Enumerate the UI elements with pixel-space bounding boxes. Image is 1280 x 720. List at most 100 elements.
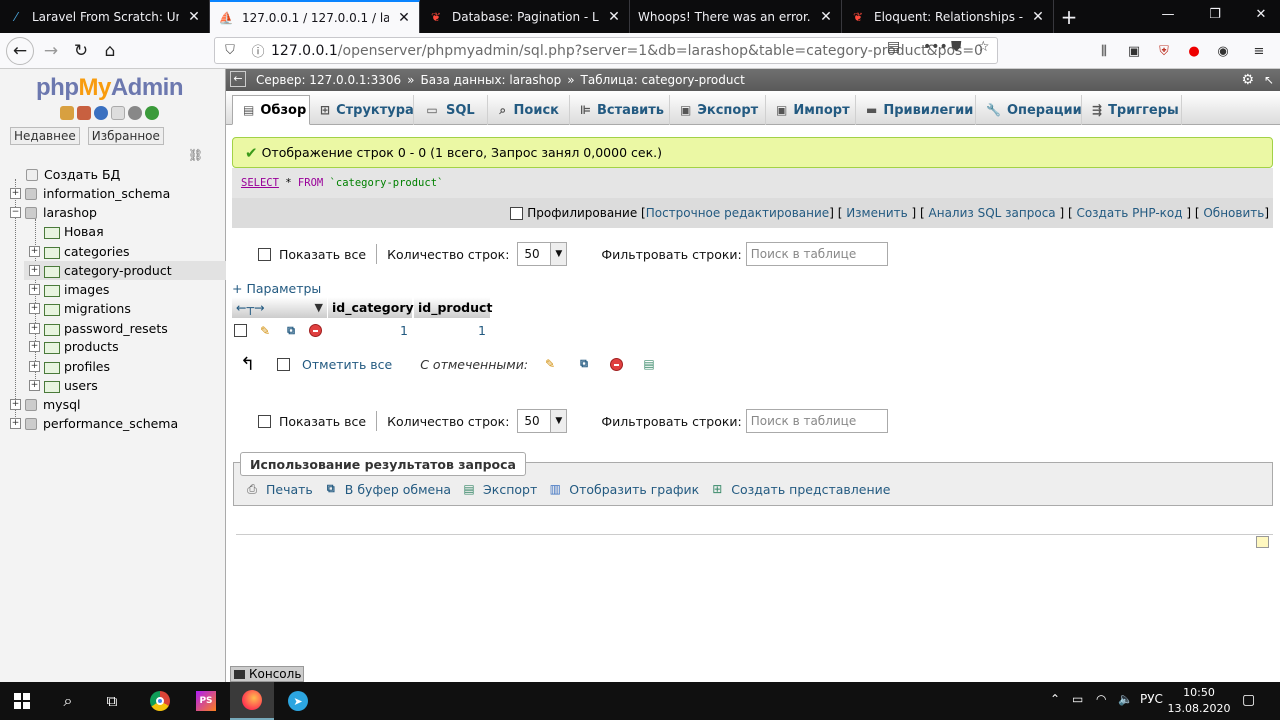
- reload-icon[interactable]: ↻: [68, 39, 94, 63]
- tree-create-db[interactable]: Создать БД: [26, 165, 120, 184]
- tree-db-mysql[interactable]: + mysql: [10, 395, 81, 414]
- close-tab-icon[interactable]: ✕: [397, 10, 411, 26]
- edit-pencil-icon[interactable]: ✎: [257, 323, 273, 339]
- close-tab-icon[interactable]: ✕: [819, 9, 833, 25]
- library-icon[interactable]: ⫼: [1095, 42, 1113, 60]
- expand-icon[interactable]: +: [10, 188, 21, 199]
- tab-structure[interactable]: ⊞ Структура: [310, 95, 414, 125]
- column-header-id-product[interactable]: id_product: [414, 297, 492, 318]
- row-checkbox[interactable]: [234, 324, 247, 337]
- tree-table-users[interactable]: + users: [29, 376, 98, 395]
- filter-rows-input[interactable]: Поиск в таблице: [745, 242, 888, 266]
- link-icon[interactable]: ⛓: [188, 148, 203, 162]
- expand-icon[interactable]: +: [10, 399, 21, 410]
- pocket-icon[interactable]: ⛊: [951, 39, 962, 55]
- inline-edit-link[interactable]: Построчное редактирование: [646, 206, 830, 220]
- show-hidden-icons[interactable]: ⌃: [1050, 692, 1060, 706]
- expand-icon[interactable]: +: [29, 323, 40, 334]
- console-toggle[interactable]: Консоль: [230, 666, 304, 682]
- browser-tab-pagination[interactable]: ❦ Database: Pagination - Laravel ✕: [420, 0, 630, 33]
- expand-icon[interactable]: +: [29, 284, 40, 295]
- collapse-nav-icon[interactable]: ←: [230, 71, 246, 87]
- column-header-id-category[interactable]: id_category: [328, 297, 414, 318]
- table-cell[interactable]: 1: [414, 320, 486, 341]
- check-all-link[interactable]: Отметить все: [302, 357, 392, 372]
- sidebar-icon[interactable]: ▣: [1125, 42, 1143, 60]
- refresh-icon[interactable]: [145, 106, 159, 120]
- home-icon[interactable]: [60, 106, 74, 120]
- opera-icon[interactable]: ●: [1185, 42, 1203, 60]
- minimize-icon[interactable]: —: [1158, 7, 1178, 22]
- notifications-icon[interactable]: ▢: [1242, 692, 1255, 708]
- page-actions-icon[interactable]: •••: [923, 39, 948, 55]
- edit-selected-icon[interactable]: ✎: [542, 356, 558, 372]
- tab-browse[interactable]: ▤ Обзор: [232, 95, 310, 125]
- help-icon[interactable]: [94, 106, 108, 120]
- check-all-checkbox[interactable]: [277, 357, 291, 371]
- expand-icon[interactable]: +: [29, 246, 40, 257]
- expand-icon[interactable]: +: [29, 265, 40, 276]
- telegram-icon[interactable]: ➤: [276, 682, 320, 720]
- maximize-icon[interactable]: ❐: [1205, 7, 1225, 22]
- create-php-link[interactable]: Создать PHP-код: [1076, 206, 1182, 220]
- search-icon[interactable]: ⌕: [46, 682, 90, 720]
- back-icon[interactable]: ←: [6, 37, 34, 65]
- parameters-link[interactable]: + Параметры: [232, 281, 321, 296]
- bookmark-star-icon[interactable]: ☆: [977, 39, 990, 55]
- create-view-link[interactable]: Создать представление: [731, 482, 890, 497]
- phpstorm-icon[interactable]: PS: [184, 682, 228, 720]
- browser-tab-whoops[interactable]: Whoops! There was an error. ✕: [630, 0, 842, 33]
- windows-start-icon[interactable]: [0, 682, 44, 720]
- close-tab-icon[interactable]: ✕: [1031, 9, 1045, 25]
- expand-icon[interactable]: +: [29, 303, 40, 314]
- tree-table-images[interactable]: + images: [29, 280, 109, 299]
- tab-search[interactable]: ⌕ Поиск: [488, 95, 570, 125]
- firefox-icon[interactable]: [230, 682, 274, 720]
- clock[interactable]: 10:50 13.08.2020: [1164, 685, 1234, 717]
- language-indicator[interactable]: РУС: [1140, 692, 1163, 706]
- tree-db-information-schema[interactable]: + information_schema: [10, 184, 170, 203]
- page-info-icon[interactable]: ⓘ: [245, 41, 271, 60]
- menu-icon[interactable]: ≡: [1250, 42, 1268, 60]
- browser-tab-phpmyadmin[interactable]: ⛵ 127.0.0.1 / 127.0.0.1 / larashop ✕: [210, 0, 420, 33]
- forward-icon[interactable]: →: [38, 39, 64, 63]
- tree-table-profiles[interactable]: + profiles: [29, 357, 110, 376]
- sort-triangle-icon[interactable]: ▼: [315, 301, 323, 314]
- tab-export[interactable]: ▣ Экспорт: [670, 95, 766, 125]
- display-chart-link[interactable]: Отобразить график: [569, 482, 699, 497]
- breadcrumb-server[interactable]: Сервер: 127.0.0.1:3306: [256, 73, 401, 87]
- url-bar[interactable]: ⛉ ⓘ 127.0.0.1/openserver/phpmyadmin/sql.…: [214, 37, 998, 64]
- logout-icon[interactable]: [77, 106, 91, 120]
- settings-gear-icon[interactable]: ⚙: [1241, 72, 1254, 88]
- expand-icon[interactable]: +: [29, 380, 40, 391]
- new-tab-icon[interactable]: +: [1058, 5, 1080, 29]
- profiling-checkbox[interactable]: [510, 206, 524, 220]
- close-window-icon[interactable]: ✕: [1251, 7, 1271, 22]
- tab-insert[interactable]: ⊫ Вставить: [570, 95, 670, 125]
- browser-tab-laravel-from-scratch[interactable]: ⁄ Laravel From Scratch: Understa ✕: [0, 0, 210, 33]
- copy-selected-icon[interactable]: ⧉: [576, 356, 592, 372]
- expand-icon[interactable]: +: [29, 341, 40, 352]
- close-tab-icon[interactable]: ✕: [187, 9, 201, 25]
- tree-table-products[interactable]: + products: [29, 337, 119, 356]
- home-icon[interactable]: ⌂: [97, 39, 123, 63]
- tree-table-categories[interactable]: + categories: [29, 242, 130, 261]
- tree-new-table[interactable]: Новая: [44, 222, 104, 241]
- tree-table-password-resets[interactable]: + password_resets: [29, 319, 168, 338]
- rows-count-select[interactable]: 50 ▼: [517, 409, 568, 433]
- reader-view-icon[interactable]: ▤: [887, 39, 900, 55]
- expand-icon[interactable]: +: [10, 418, 21, 429]
- tab-triggers[interactable]: ⇶ Триггеры: [1082, 95, 1182, 125]
- favorites-tab[interactable]: Избранное: [87, 127, 164, 145]
- tree-table-category-product[interactable]: + category-product: [24, 261, 226, 280]
- battery-icon[interactable]: ▭: [1072, 692, 1083, 706]
- account-icon[interactable]: ◉: [1214, 42, 1232, 60]
- print-link[interactable]: Печать: [266, 482, 313, 497]
- collapse-arrow-icon[interactable]: ↖: [1264, 73, 1274, 87]
- show-all-checkbox[interactable]: [258, 414, 271, 428]
- breadcrumb-table[interactable]: Таблица: category-product: [581, 73, 745, 87]
- tab-operations[interactable]: 🔧 Операции: [976, 95, 1082, 125]
- move-columns-icon[interactable]: ←┬→: [236, 300, 264, 315]
- delete-selected-icon[interactable]: [610, 357, 624, 371]
- volume-icon[interactable]: 🔈: [1118, 692, 1133, 706]
